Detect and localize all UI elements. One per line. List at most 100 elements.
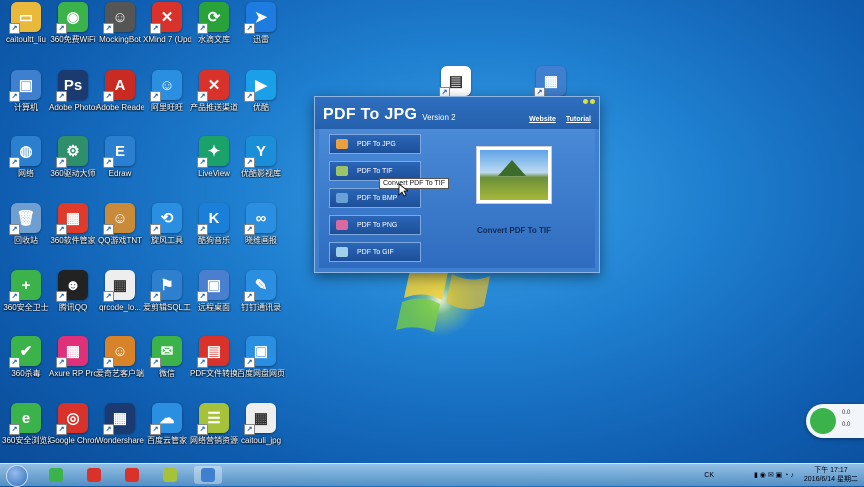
desktop-icon-32[interactable]: ✉ ↗ 微信 xyxy=(143,336,191,378)
start-button[interactable] xyxy=(6,465,28,487)
desktop-icon-6[interactable]: ▣ ↗ 计算机 xyxy=(2,70,50,112)
desktop-icon-16[interactable]: Y ↗ 优酷影视库 xyxy=(237,136,285,178)
desktop-icon-3[interactable]: ✕↗XMind 7 (Update 1) xyxy=(143,2,191,44)
icon-label: Edraw xyxy=(108,169,132,178)
minimize-icon[interactable] xyxy=(583,99,588,104)
icon-label: 迅雷 xyxy=(253,35,269,44)
app-icon: ▦ ↗ xyxy=(244,403,276,435)
icon-label: 酷狗音乐 xyxy=(198,236,230,245)
convert-button-pdf-to-jpg[interactable]: PDF To JPG xyxy=(329,134,421,154)
desktop-icon-33[interactable]: ▤↗PDF文件转换器 xyxy=(190,336,238,378)
desktop-icon-35[interactable]: e↗360安全浏览器 xyxy=(2,403,50,445)
desktop-icon-36[interactable]: ◎↗Google Chrome xyxy=(49,403,97,445)
desktop-icon-39[interactable]: ☰↗网络营销资源管理 xyxy=(190,403,238,445)
desktop-icon-40[interactable]: ▦ ↗ caitouli_jpg xyxy=(237,403,285,445)
desktop-icon-2[interactable]: ☺ ↗ MockingBot xyxy=(96,2,144,44)
app-icon: ▣ ↗ xyxy=(197,270,229,302)
desktop-icon-5[interactable]: ➤ ↗ 迅雷 xyxy=(237,2,285,44)
taskbar-app-3[interactable] xyxy=(156,466,184,484)
desktop-icon-11[interactable]: ▶ ↗ 优酷 xyxy=(237,70,285,112)
desktop-icon-20[interactable]: ⟲ ↗ 旋风工具 xyxy=(143,203,191,245)
taskbar-app-2[interactable] xyxy=(118,466,146,484)
app-icon: ☻ ↗ xyxy=(56,270,88,302)
shortcut-arrow-icon: ↗ xyxy=(103,157,114,168)
app-icon: A ↗ xyxy=(103,70,135,102)
window-titlebar[interactable]: PDF To JPG Version 2 Website Tutorial xyxy=(315,97,599,129)
icon-label: 爱奇艺客户端 xyxy=(96,369,144,378)
shortcut-arrow-icon: ↗ xyxy=(244,157,255,168)
app-icon: ▦ ↗ xyxy=(56,203,88,235)
shortcut-arrow-icon: ↗ xyxy=(9,357,20,368)
icon-label: Adobe Photosh... xyxy=(49,103,97,112)
desktop-icon-38[interactable]: ☁ ↗ 百度云管家 xyxy=(143,403,191,445)
clock-time: 下午 17:17 xyxy=(814,467,848,474)
desktop-file-1[interactable]: ▦ ↗ xyxy=(527,66,575,98)
desktop-icon-24[interactable]: ☻ ↗ 腾讯QQ xyxy=(49,270,97,312)
wifi-icon xyxy=(810,408,836,434)
app-icon: ▭ ↗ xyxy=(9,2,41,34)
desktop-icon-17[interactable]: 🗑 ↗ 回收站 xyxy=(2,203,50,245)
desktop-icon-12[interactable]: ◍ ↗ 网络 xyxy=(2,136,50,178)
desktop-icon-7[interactable]: Ps↗Adobe Photosh... xyxy=(49,70,97,112)
taskbar-app-icon xyxy=(163,468,177,482)
network-widget[interactable]: 0.0 0.0 xyxy=(806,404,864,438)
tutorial-link[interactable]: Tutorial xyxy=(566,116,591,123)
desktop-icon-27[interactable]: ▣ ↗ 远程桌面 xyxy=(190,270,238,312)
desktop-icon-15[interactable]: ✦ ↗ LiveView xyxy=(190,136,238,178)
ime-indicator[interactable]: CK xyxy=(704,472,714,479)
icon-label: caitouli_jpg xyxy=(240,436,282,445)
shortcut-arrow-icon: ↗ xyxy=(197,291,208,302)
shortcut-arrow-icon: ↗ xyxy=(56,291,67,302)
shortcut-arrow-icon: ↗ xyxy=(197,424,208,435)
desktop-icon-34[interactable]: ▣↗百度网盘网页版 xyxy=(237,336,285,378)
icon-label: 远程桌面 xyxy=(198,303,230,312)
convert-button-pdf-to-png[interactable]: PDF To PNG xyxy=(329,215,421,235)
desktop-icon-25[interactable]: ▦ ↗ qrcode_lo... xyxy=(96,270,144,312)
shortcut-arrow-icon: ↗ xyxy=(9,91,20,102)
shortcut-arrow-icon: ↗ xyxy=(56,224,67,235)
app-icon: Y ↗ xyxy=(244,136,276,168)
desktop-icon-18[interactable]: ▦ ↗ 360软件管家 xyxy=(49,203,97,245)
widget-line-1: 0.0 xyxy=(842,410,851,416)
desktop-icon-19[interactable]: ☺ ↗ QQ游戏TNT xyxy=(96,203,144,245)
desktop-icon-10[interactable]: ✕↗产品推送渠道.xmind xyxy=(190,70,238,112)
clock[interactable]: 下午 17:17 2016/6/14 星期二 xyxy=(804,466,858,484)
icon-label: Adobe Reader XI xyxy=(96,103,144,112)
shortcut-arrow-icon: ↗ xyxy=(244,91,255,102)
convert-button-pdf-to-gif[interactable]: PDF To GIF xyxy=(329,242,421,262)
taskbar: CK ▮ ◉ ✉ ▣ ◔ ♪ 下午 17:17 2016/6/14 星期二 xyxy=(0,463,864,487)
app-icon: ☺ ↗ xyxy=(150,70,182,102)
taskbar-app-4[interactable] xyxy=(194,466,222,484)
desktop-icon-9[interactable]: ☺ ↗ 阿里旺旺 xyxy=(143,70,191,112)
desktop-icon-1[interactable]: ◉ ↗ 360免费WiFi xyxy=(49,2,97,44)
website-link[interactable]: Website xyxy=(529,116,556,123)
desktop-icon-21[interactable]: K ↗ 酷狗音乐 xyxy=(190,203,238,245)
format-icon xyxy=(336,193,348,203)
desktop-icon-31[interactable]: ☺ ↗ 爱奇艺客户端 xyxy=(96,336,144,378)
desktop-icon-13[interactable]: ⚙ ↗ 360驱动大师 xyxy=(49,136,97,178)
desktop-icon-29[interactable]: ✔ ↗ 360杀毒 xyxy=(2,336,50,378)
desktop-icon-37[interactable]: ▦↗Wondershare Video Edi... xyxy=(96,403,144,445)
desktop-icon-23[interactable]: + ↗ 360安全卫士 xyxy=(2,270,50,312)
app-icon: ➤ ↗ xyxy=(244,2,276,34)
desktop-icon-30[interactable]: ▦↗Axure RP Pro 7.0 xyxy=(49,336,97,378)
button-label: PDF To BMP xyxy=(357,194,398,202)
close-icon[interactable] xyxy=(590,99,595,104)
desktop-icon-14[interactable]: E ↗ Edraw xyxy=(96,136,144,178)
taskbar-app-0[interactable] xyxy=(42,466,70,484)
desktop-icon-0[interactable]: ▭ ↗ caitoultt_liu xyxy=(2,2,50,44)
pdf-to-jpg-window[interactable]: PDF To JPG Version 2 Website Tutorial Co… xyxy=(314,96,600,273)
desktop-icon-22[interactable]: ∞ ↗ 晓维画报 xyxy=(237,203,285,245)
button-label: PDF To TIF xyxy=(357,167,393,175)
icon-label: 优酷 xyxy=(253,103,269,112)
app-icon: ▣ ↗ xyxy=(9,70,41,102)
desktop-icon-26[interactable]: ⚑↗爱剪辑SQL工具 xyxy=(143,270,191,312)
desktop-icon-4[interactable]: ⟳ ↗ 水滴文库 xyxy=(190,2,238,44)
desktop-icon-8[interactable]: A↗Adobe Reader XI xyxy=(96,70,144,112)
shortcut-arrow-icon: ↗ xyxy=(9,224,20,235)
app-icon: ▦ ↗ xyxy=(103,403,135,435)
desktop-icon-28[interactable]: ✎ ↗ 钉钉通讯录 xyxy=(237,270,285,312)
taskbar-app-1[interactable] xyxy=(80,466,108,484)
system-tray: CK ▮ ◉ ✉ ▣ ◔ ♪ 下午 17:17 2016/6/14 星期二 xyxy=(704,464,858,486)
desktop-file-0[interactable]: ▤ ↗ xyxy=(432,66,480,98)
